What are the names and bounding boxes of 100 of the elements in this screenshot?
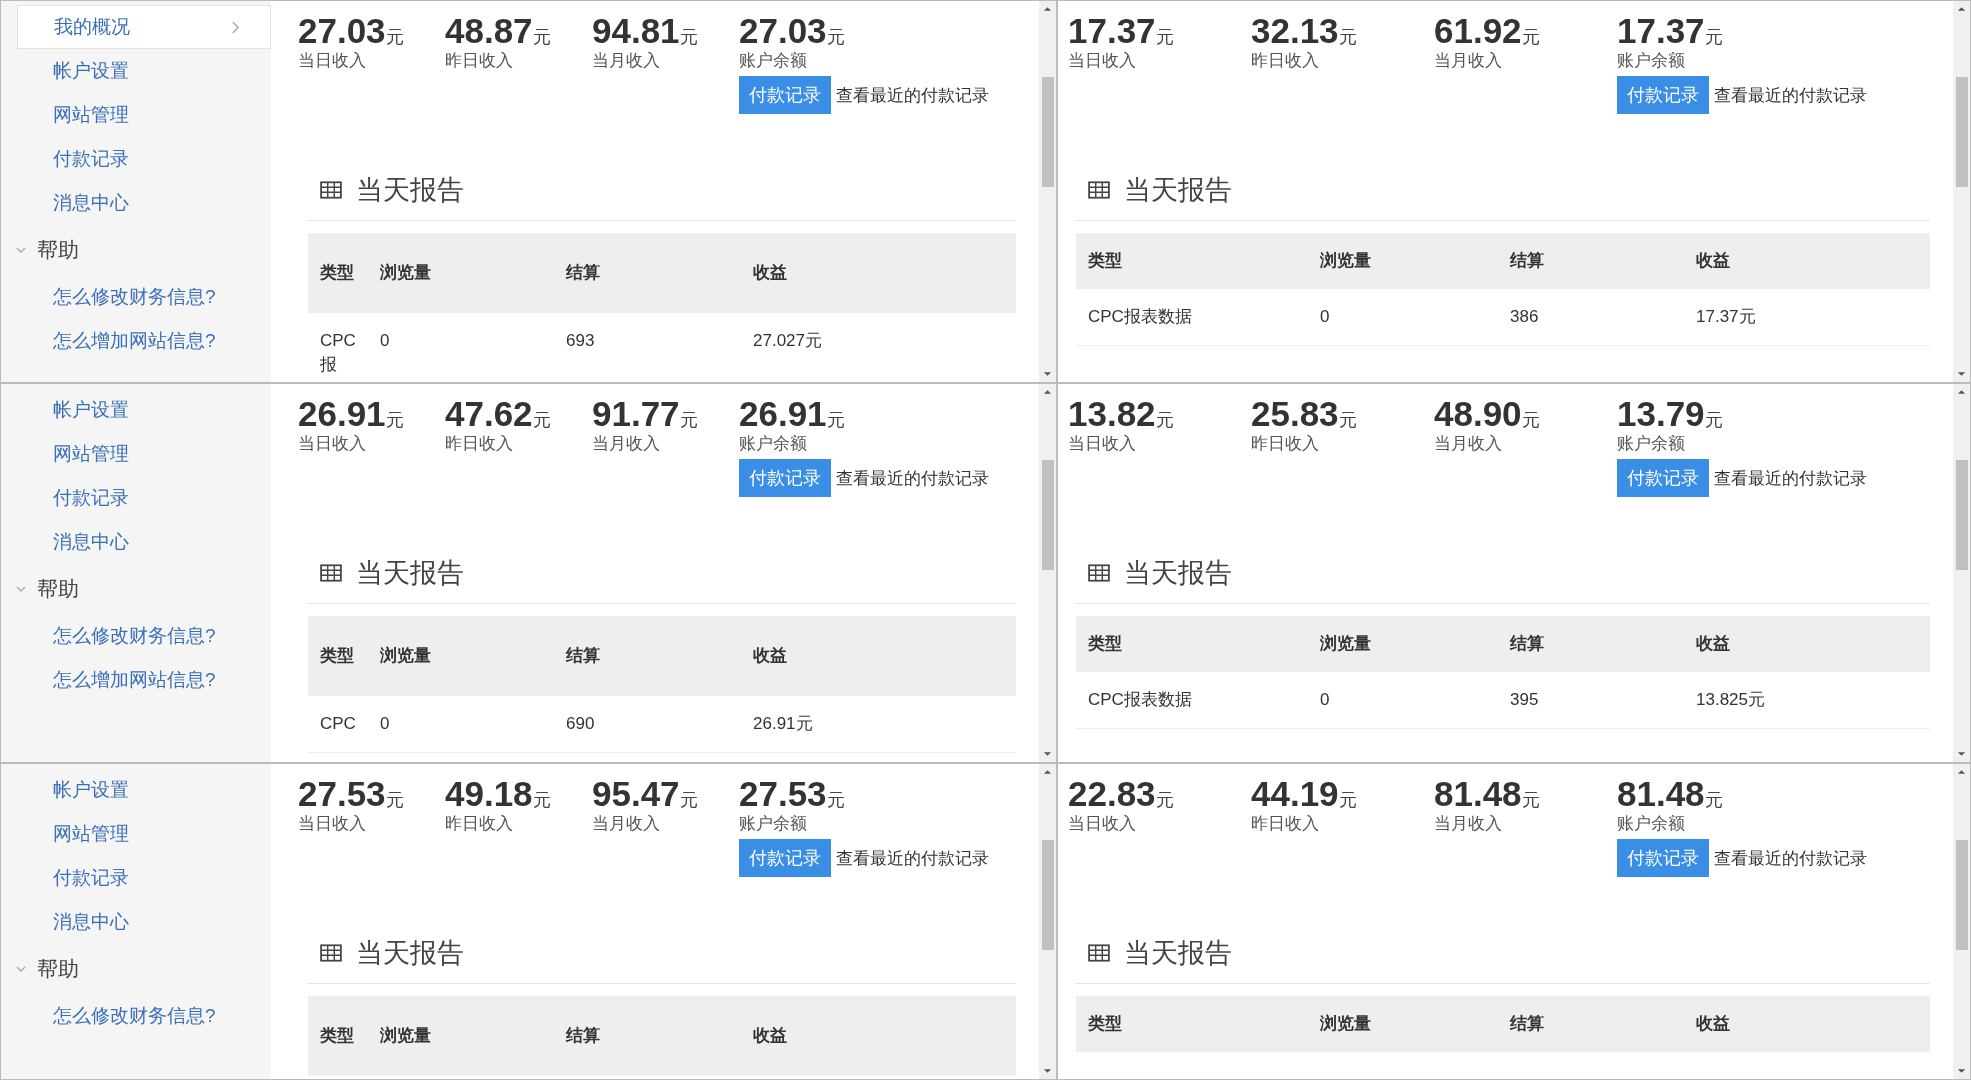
- stat-label: 当月收入: [1434, 50, 1503, 72]
- sidebar-item[interactable]: 我的概况: [17, 5, 271, 49]
- arrow-down-icon[interactable]: [1957, 751, 1966, 757]
- table-cell-text: CPC报: [319, 330, 357, 376]
- sidebar-item[interactable]: 付款记录: [1, 137, 271, 181]
- sidebar-item[interactable]: 帐户设置: [1, 49, 271, 93]
- arrow-down-icon[interactable]: [1957, 371, 1966, 377]
- stat-value: 22.83元: [1068, 774, 1175, 814]
- table-icon: [1088, 181, 1110, 199]
- table-cell-text: CPC报表数据: [1087, 689, 1193, 711]
- scrollbar-thumb[interactable]: [1955, 460, 1968, 570]
- stat-value: 26.91元: [739, 394, 846, 434]
- table-cell-text: 0: [1319, 306, 1331, 328]
- scrollbar-thumb[interactable]: [1955, 77, 1968, 187]
- arrow-up-icon[interactable]: [1043, 6, 1052, 12]
- scrollbar-thumb[interactable]: [1041, 460, 1054, 570]
- column-header: 收益: [752, 262, 788, 284]
- arrow-up-icon[interactable]: [1043, 389, 1052, 395]
- report-title: 当天报告: [1124, 937, 1232, 970]
- arrow-up-icon[interactable]: [1957, 769, 1966, 775]
- stat-label: 当日收入: [298, 50, 367, 72]
- stat-label: 账户余额: [739, 50, 808, 72]
- table-cell-text: 0: [379, 330, 391, 352]
- arrow-up-icon[interactable]: [1957, 389, 1966, 395]
- arrow-down-icon[interactable]: [1043, 371, 1052, 377]
- column-header: 收益: [752, 645, 788, 667]
- table-cell-text: 17.37元: [1695, 306, 1757, 328]
- report-title: 当天报告: [356, 557, 464, 590]
- sidebar-item[interactable]: 消息中心: [1, 181, 271, 225]
- scrollbar[interactable]: [1953, 384, 1970, 762]
- column-header: 结算: [565, 262, 601, 284]
- column-header: 收益: [752, 1025, 788, 1047]
- help-link[interactable]: 怎么修改财务信息?: [1, 614, 271, 658]
- stat-value: 17.37元: [1617, 11, 1724, 51]
- column-header: 类型: [1087, 1013, 1123, 1035]
- sidebar-item[interactable]: 网站管理: [1, 432, 271, 476]
- payment-record-button[interactable]: 付款记录: [739, 839, 831, 877]
- column-header: 浏览量: [379, 645, 432, 667]
- stat-value: 27.53元: [298, 774, 405, 814]
- sidebar-item[interactable]: 网站管理: [1, 93, 271, 137]
- column-header: 结算: [565, 1025, 601, 1047]
- payment-record-button[interactable]: 付款记录: [1617, 76, 1709, 114]
- scrollbar[interactable]: [1039, 384, 1056, 762]
- payment-hint: 查看最近的付款记录: [836, 469, 989, 488]
- stat-value: 49.18元: [445, 774, 552, 814]
- scrollbar-thumb[interactable]: [1955, 840, 1968, 950]
- stat-label: 账户余额: [739, 433, 808, 455]
- column-header: 结算: [1509, 633, 1545, 655]
- stat-label: 当月收入: [1434, 433, 1503, 455]
- scrollbar[interactable]: [1039, 764, 1056, 1079]
- payment-record-button[interactable]: 付款记录: [1617, 459, 1709, 497]
- stat-label: 账户余额: [739, 813, 808, 835]
- sidebar-item[interactable]: 网站管理: [1, 812, 271, 856]
- arrow-down-icon[interactable]: [1043, 751, 1052, 757]
- report-title: 当天报告: [356, 174, 464, 207]
- table-cell-text: 0: [379, 713, 391, 735]
- table-icon: [320, 944, 342, 962]
- sidebar-item[interactable]: 付款记录: [1, 476, 271, 520]
- stat-label: 昨日收入: [445, 813, 514, 835]
- payment-record-button[interactable]: 付款记录: [739, 459, 831, 497]
- scrollbar-thumb[interactable]: [1041, 840, 1054, 950]
- stat-label: 当月收入: [592, 433, 661, 455]
- arrow-up-icon[interactable]: [1043, 769, 1052, 775]
- sidebar-item[interactable]: 帐户设置: [1, 388, 271, 432]
- arrow-up-icon[interactable]: [1957, 6, 1966, 12]
- stat-value: 94.81元: [592, 11, 699, 51]
- stat-value: 81.48元: [1617, 774, 1724, 814]
- arrow-down-icon[interactable]: [1043, 1068, 1052, 1074]
- scrollbar[interactable]: [1039, 1, 1056, 382]
- stat-value: 26.91元: [298, 394, 405, 434]
- sidebar-item[interactable]: 消息中心: [1, 520, 271, 564]
- stat-value: 61.92元: [1434, 11, 1541, 51]
- sidebar-item[interactable]: 付款记录: [1, 856, 271, 900]
- sidebar-item[interactable]: 帐户设置: [1, 768, 271, 812]
- column-header: 结算: [565, 645, 601, 667]
- stat-label: 当月收入: [592, 813, 661, 835]
- help-link[interactable]: 怎么修改财务信息?: [1, 994, 271, 1038]
- payment-record-button[interactable]: 付款记录: [739, 76, 831, 114]
- help-link[interactable]: 怎么增加网站信息?: [1, 658, 271, 702]
- arrow-down-icon[interactable]: [1957, 1068, 1966, 1074]
- table-cell-text: CPC报表数据: [1087, 306, 1193, 328]
- stat-value: 13.82元: [1068, 394, 1175, 434]
- help-link[interactable]: 怎么修改财务信息?: [1, 275, 271, 319]
- chevron-icon: [231, 20, 240, 34]
- stat-value: 27.03元: [298, 11, 405, 51]
- stat-value: 48.87元: [445, 11, 552, 51]
- sidebar-item[interactable]: 消息中心: [1, 900, 271, 944]
- scrollbar[interactable]: [1953, 1, 1970, 382]
- stat-value: 81.48元: [1434, 774, 1541, 814]
- column-header: 浏览量: [379, 262, 432, 284]
- payment-hint: 查看最近的付款记录: [1714, 849, 1867, 868]
- scrollbar[interactable]: [1953, 764, 1970, 1079]
- help-link[interactable]: 怎么增加网站信息?: [1, 319, 271, 363]
- report-title: 当天报告: [356, 937, 464, 970]
- stat-value: 48.90元: [1434, 394, 1541, 434]
- payment-record-button[interactable]: 付款记录: [1617, 839, 1709, 877]
- payment-hint: 查看最近的付款记录: [836, 849, 989, 868]
- scrollbar-thumb[interactable]: [1041, 77, 1054, 187]
- stat-label: 当日收入: [298, 433, 367, 455]
- table-icon: [1088, 564, 1110, 582]
